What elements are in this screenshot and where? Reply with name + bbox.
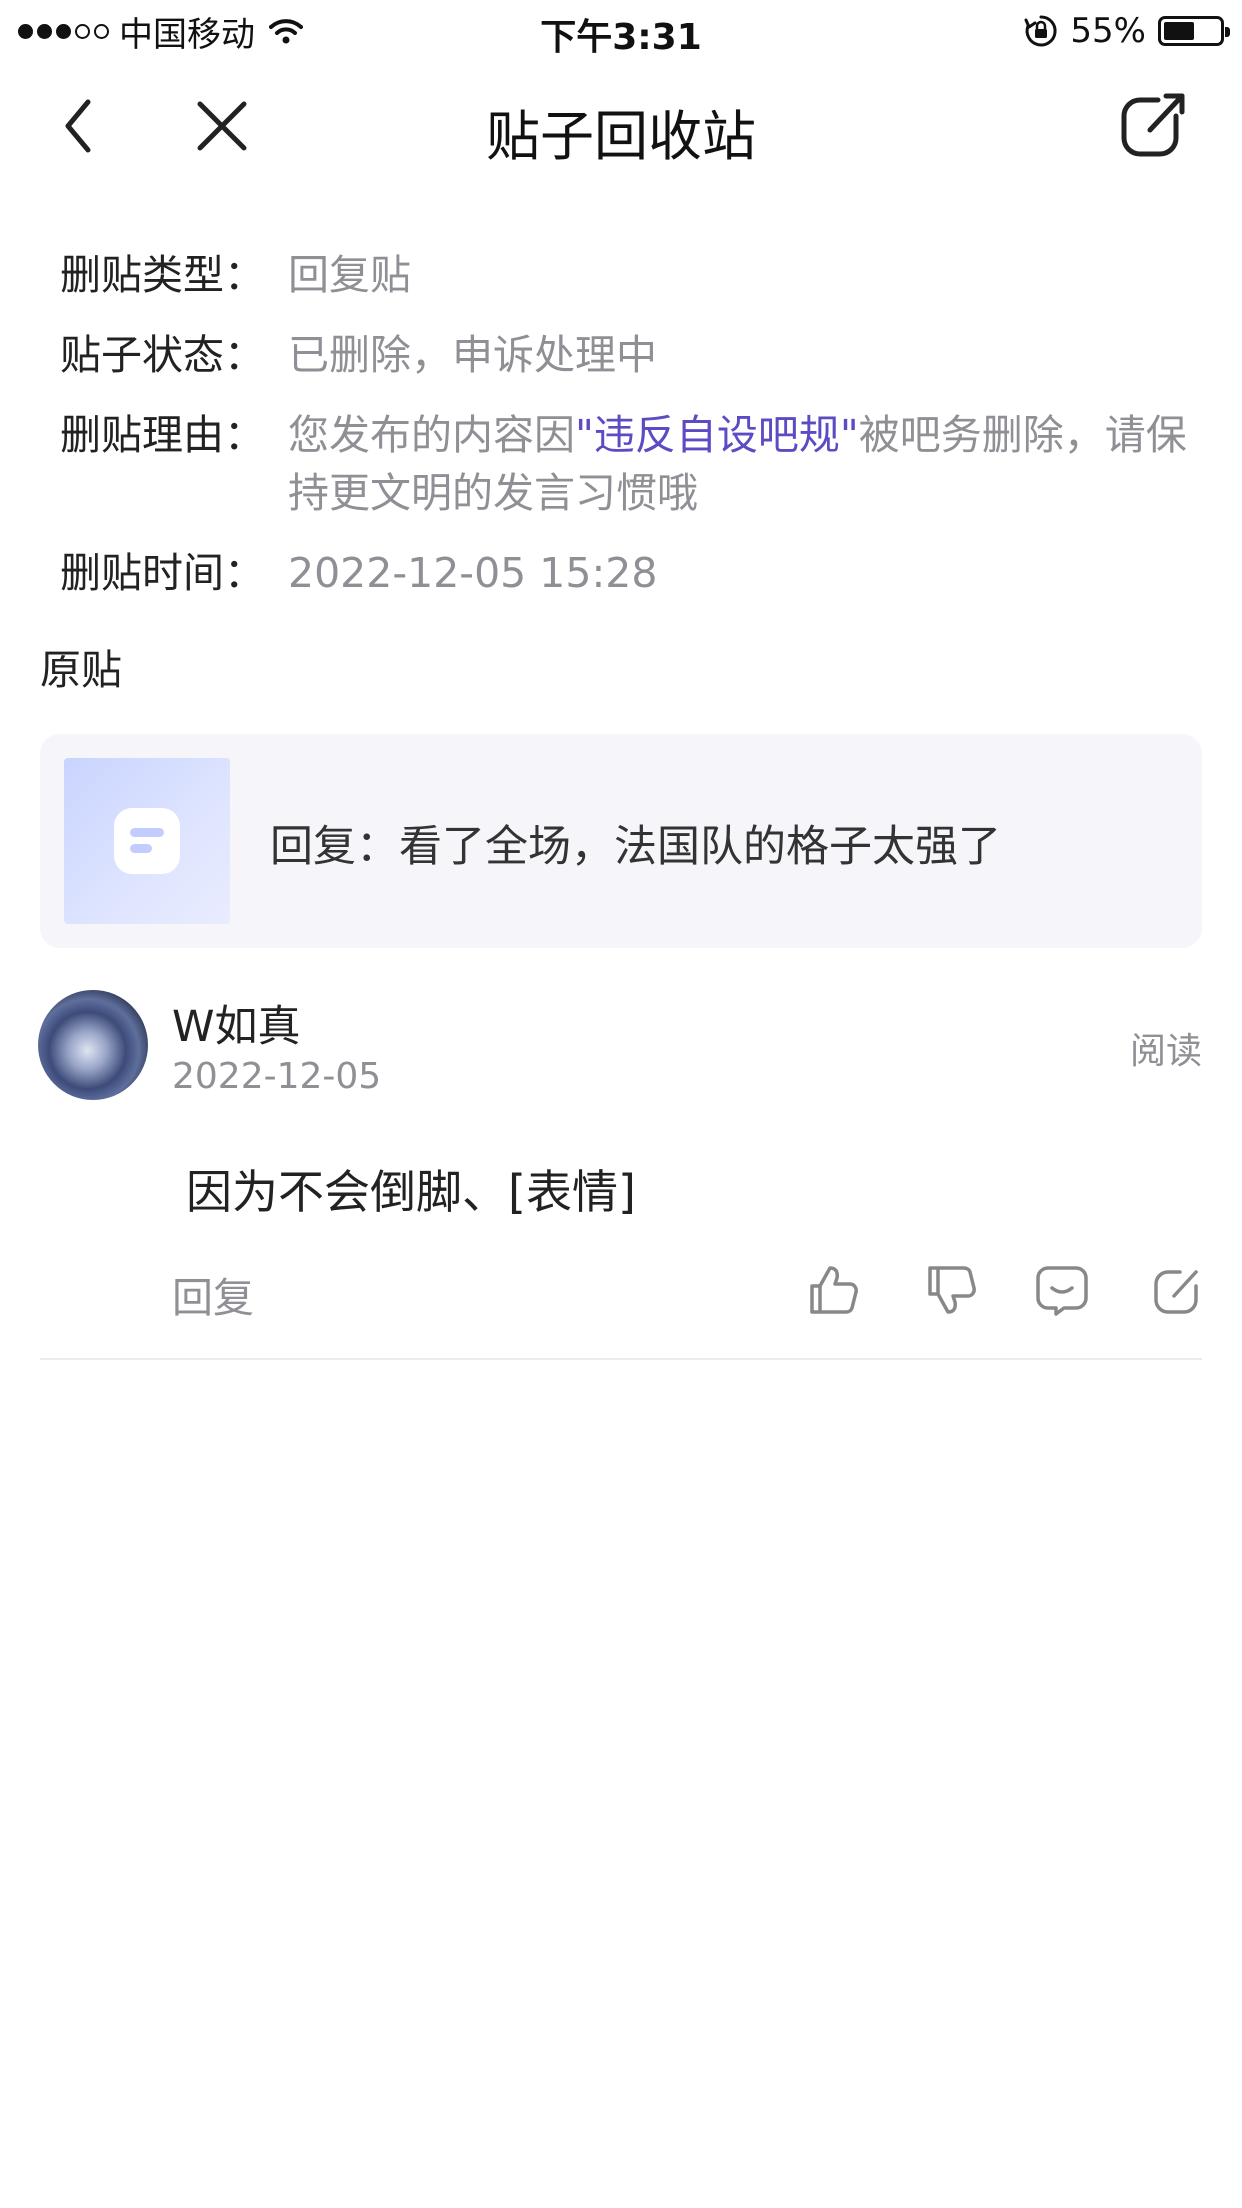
reply-button[interactable]: 回复 [172, 1264, 254, 1324]
original-post-card[interactable]: 回复：看了全场，法国队的格子太强了 [40, 734, 1202, 948]
divider [40, 1358, 1202, 1360]
post-status-value: 已删除，申诉处理中 [288, 331, 657, 379]
post-status-row: 贴子状态： 已删除，申诉处理中 [60, 326, 1200, 384]
thumbs-up-icon[interactable] [806, 1262, 862, 1318]
username[interactable]: W如真 [172, 992, 301, 1054]
post-placeholder-icon [114, 808, 180, 874]
reason-prefix: 您发布的内容因 [288, 411, 575, 459]
original-post-text: 回复：看了全场，法国队的格子太强了 [270, 822, 1001, 872]
delete-type-value: 回复贴 [288, 251, 411, 299]
status-bar: 中国移动 下午3:31 55% [0, 0, 1242, 62]
deletion-info: 删贴类型： 回复贴 贴子状态： 已删除，申诉处理中 删贴理由： 您发布的内容因"… [60, 246, 1200, 624]
rotation-lock-icon [1024, 15, 1057, 47]
comment-body: 因为不会倒脚、[表情] [186, 1165, 636, 1219]
post-thumbnail [64, 758, 230, 924]
delete-reason-value: 您发布的内容因"违反自设吧规"被吧务删除，请保持更文明的发言习惯哦 [288, 406, 1200, 522]
read-button[interactable]: 阅读 [1130, 1022, 1202, 1074]
delete-time-value: 2022-12-05 15:28 [288, 549, 658, 597]
delete-time-row: 删贴时间： 2022-12-05 15:28 [60, 544, 1200, 602]
share-icon[interactable] [1150, 1262, 1206, 1318]
delete-type-row: 删贴类型： 回复贴 [60, 246, 1200, 304]
comment-date: 2022-12-05 [172, 1056, 382, 1097]
page-title: 贴子回收站 [486, 105, 756, 168]
original-post-heading: 原贴 [40, 646, 122, 694]
nav-bar: 贴子回收站 [0, 72, 1242, 182]
delete-reason-row: 删贴理由： 您发布的内容因"违反自设吧规"被吧务删除，请保持更文明的发言习惯哦 [60, 406, 1200, 522]
avatar[interactable] [38, 990, 148, 1100]
battery-icon [1158, 16, 1230, 46]
status-right: 55% [1024, 10, 1230, 52]
post-status-label: 贴子状态： [60, 331, 265, 379]
share-icon[interactable] [1114, 86, 1194, 166]
bar-rule-link[interactable]: "违反自设吧规" [575, 411, 859, 459]
delete-time-label: 删贴时间： [60, 549, 265, 597]
comment-icon[interactable] [1034, 1262, 1090, 1318]
battery-percent: 55% [1070, 11, 1146, 51]
thumbs-down-icon[interactable] [924, 1262, 980, 1318]
delete-type-label: 删贴类型： [60, 251, 265, 299]
delete-reason-label: 删贴理由： [60, 411, 265, 459]
